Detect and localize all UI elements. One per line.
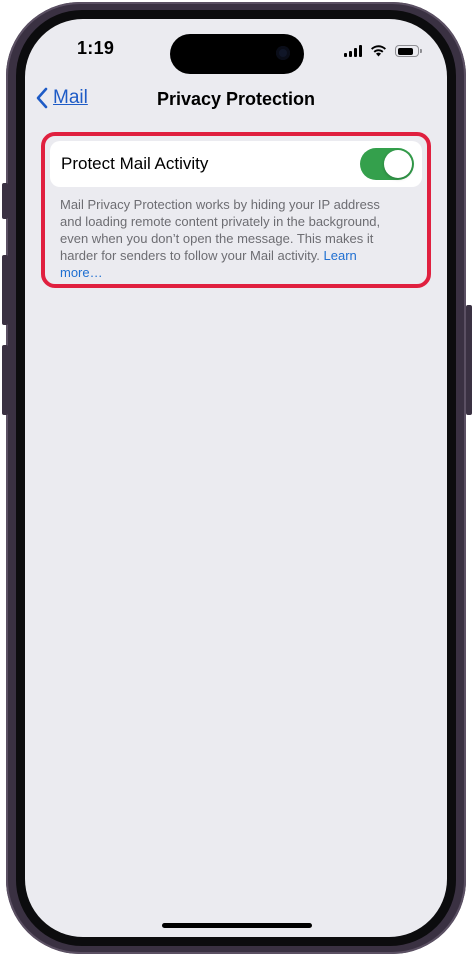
wifi-icon	[370, 44, 387, 57]
front-camera-icon	[276, 46, 290, 60]
volume-down-button	[2, 345, 8, 415]
battery-tip	[420, 49, 422, 53]
page-title: Privacy Protection	[156, 89, 316, 109]
volume-up-button	[2, 255, 8, 325]
status-icons	[344, 43, 422, 57]
battery-fill	[397, 47, 413, 55]
status-time: 1:19	[77, 38, 115, 58]
highlight-annotation	[41, 132, 431, 288]
navigation-bar: Mail Privacy Protection	[25, 81, 447, 117]
home-indicator[interactable]	[162, 923, 312, 928]
battery-icon	[395, 45, 422, 57]
action-button	[2, 183, 8, 219]
status-bar: 1:19	[25, 19, 447, 79]
power-button	[466, 305, 472, 415]
screen: 1:19 Mail Privacy Protection Protect Mai…	[25, 19, 447, 937]
dynamic-island	[170, 34, 304, 74]
signal-bars-icon	[344, 45, 362, 57]
